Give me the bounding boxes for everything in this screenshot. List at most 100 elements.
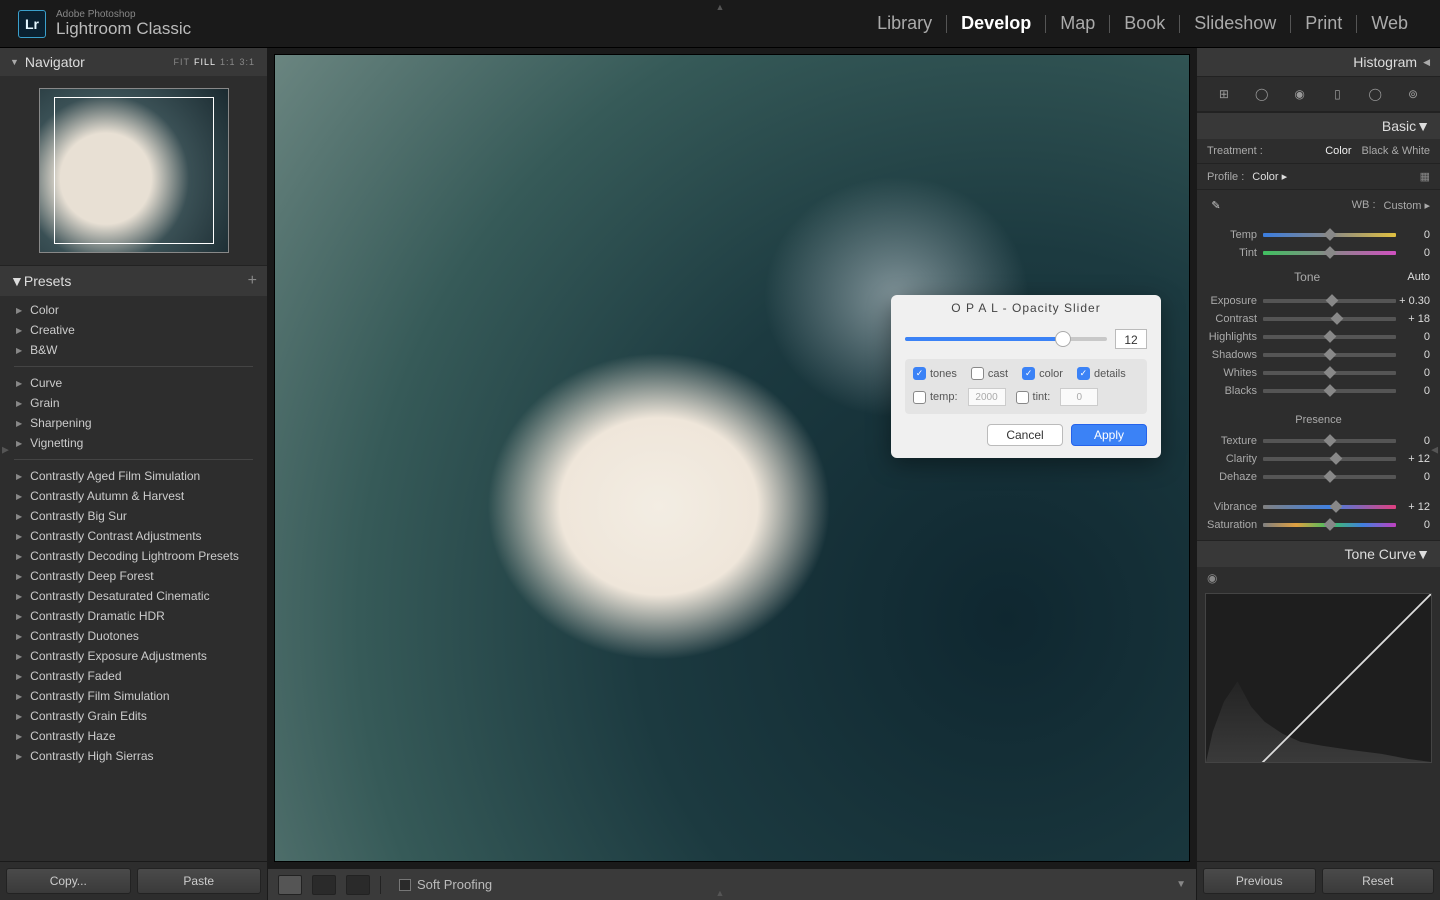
tone-curve-header[interactable]: Tone Curve ▼ [1197, 540, 1440, 567]
vibrance-slider[interactable] [1263, 505, 1396, 509]
zoom-fill[interactable]: FILL [192, 57, 218, 67]
zoom-3:1[interactable]: 3:1 [237, 57, 257, 67]
preset-folder[interactable]: ▶B&W [0, 340, 267, 360]
module-print[interactable]: Print [1291, 13, 1356, 34]
histogram-header[interactable]: Histogram ◀ [1197, 48, 1440, 76]
opacity-value[interactable]: 12 [1115, 329, 1147, 349]
profile-dropdown[interactable]: Color ▸ [1252, 170, 1287, 183]
module-slideshow[interactable]: Slideshow [1180, 13, 1290, 34]
tint-input[interactable]: 0 [1060, 388, 1098, 406]
wb-dropdown[interactable]: Custom ▸ [1384, 199, 1430, 212]
preset-folder[interactable]: ▶Contrastly Desaturated Cinematic [0, 586, 267, 606]
preset-folder[interactable]: ▶Contrastly Autumn & Harvest [0, 486, 267, 506]
preset-folder[interactable]: ▶Contrastly Haze [0, 726, 267, 746]
preset-folder[interactable]: ▶Curve [0, 373, 267, 393]
module-map[interactable]: Map [1046, 13, 1109, 34]
check-details[interactable]: ✓details [1077, 367, 1126, 380]
preset-folder[interactable]: ▶Contrastly Grain Edits [0, 706, 267, 726]
temp-slider[interactable] [1263, 233, 1396, 237]
checkbox-icon[interactable] [1016, 391, 1029, 404]
before-after-tb-button[interactable] [346, 875, 370, 895]
loupe-view-button[interactable] [278, 875, 302, 895]
checkbox-icon[interactable] [399, 879, 411, 891]
graduated-filter-icon[interactable]: ▯ [1326, 83, 1348, 105]
exposure-value[interactable]: + 0.30 [1396, 295, 1430, 307]
profile-browser-icon[interactable]: ▦ [1420, 170, 1430, 183]
preset-folder[interactable]: ▶Contrastly Exposure Adjustments [0, 646, 267, 666]
tint-slider[interactable] [1263, 251, 1396, 255]
contrast-slider[interactable] [1263, 317, 1396, 321]
redeye-tool-icon[interactable]: ◉ [1289, 83, 1311, 105]
preset-folder[interactable]: ▶Contrastly Contrast Adjustments [0, 526, 267, 546]
zoom-1:1[interactable]: 1:1 [218, 57, 238, 67]
preset-folder[interactable]: ▶Contrastly Big Sur [0, 506, 267, 526]
highlights-slider[interactable] [1263, 335, 1396, 339]
preset-folder[interactable]: ▶Contrastly Faded [0, 666, 267, 686]
contrast-value[interactable]: + 18 [1396, 313, 1430, 325]
dehaze-value[interactable]: 0 [1396, 471, 1430, 483]
radial-filter-icon[interactable]: ◯ [1364, 83, 1386, 105]
checkbox-icon[interactable]: ✓ [1022, 367, 1035, 380]
clarity-slider[interactable] [1263, 457, 1396, 461]
reset-button[interactable]: Reset [1322, 868, 1435, 894]
treatment-bw[interactable]: Black & White [1362, 145, 1430, 157]
navigator-zoom[interactable]: FITFILL1:13:1 [171, 57, 257, 67]
crop-tool-icon[interactable]: ⊞ [1213, 83, 1235, 105]
image-canvas[interactable]: O P A L - Opacity Slider 12 ✓tonescast✓c… [274, 54, 1190, 862]
module-book[interactable]: Book [1110, 13, 1179, 34]
preset-folder[interactable]: ▶Contrastly High Sierras [0, 746, 267, 766]
navigator-thumbnail[interactable] [39, 88, 229, 253]
saturation-slider[interactable] [1263, 523, 1396, 527]
preset-folder[interactable]: ▶Contrastly Decoding Lightroom Presets [0, 546, 267, 566]
navigator-header[interactable]: ▼ Navigator FITFILL1:13:1 [0, 48, 267, 76]
soft-proofing-toggle[interactable]: Soft Proofing [399, 877, 492, 892]
vibrance-value[interactable]: + 12 [1396, 501, 1430, 513]
point-curve-icon[interactable]: ◉ [1197, 567, 1440, 585]
before-after-lr-button[interactable] [312, 875, 336, 895]
copy-button[interactable]: Copy... [6, 868, 131, 894]
paste-button[interactable]: Paste [137, 868, 262, 894]
texture-slider[interactable] [1263, 439, 1396, 443]
check-cast[interactable]: cast [971, 367, 1008, 380]
preset-folder[interactable]: ▶Sharpening [0, 413, 267, 433]
panel-grip-top[interactable]: ▲ [716, 2, 725, 12]
module-library[interactable]: Library [863, 13, 946, 34]
panel-grip-bottom[interactable]: ▲ [716, 888, 725, 898]
module-web[interactable]: Web [1357, 13, 1422, 34]
whites-value[interactable]: 0 [1396, 367, 1430, 379]
wb-eyedropper-icon[interactable]: ✎ [1207, 196, 1225, 214]
temp-input[interactable]: 2000 [968, 388, 1006, 406]
dehaze-slider[interactable] [1263, 475, 1396, 479]
previous-button[interactable]: Previous [1203, 868, 1316, 894]
preset-folder[interactable]: ▶Vignetting [0, 433, 267, 453]
preset-folder[interactable]: ▶Contrastly Aged Film Simulation [0, 466, 267, 486]
check-tones[interactable]: ✓tones [913, 367, 957, 380]
panel-grip-right[interactable]: ◀ [1431, 445, 1438, 456]
preset-folder[interactable]: ▶Color [0, 300, 267, 320]
cancel-button[interactable]: Cancel [987, 424, 1063, 446]
checkbox-icon[interactable] [913, 391, 926, 404]
checkbox-icon[interactable] [971, 367, 984, 380]
highlights-value[interactable]: 0 [1396, 331, 1430, 343]
zoom-fit[interactable]: FIT [171, 57, 192, 67]
add-preset-icon[interactable]: + [248, 272, 257, 290]
saturation-value[interactable]: 0 [1396, 519, 1430, 531]
exposure-slider[interactable] [1263, 299, 1396, 303]
auto-tone-button[interactable]: Auto [1407, 271, 1430, 283]
toolbar-menu-icon[interactable]: ▼ [1176, 879, 1186, 890]
preset-folder[interactable]: ▶Creative [0, 320, 267, 340]
texture-value[interactable]: 0 [1396, 435, 1430, 447]
brush-tool-icon[interactable]: ⊚ [1402, 83, 1424, 105]
preset-folder[interactable]: ▶Contrastly Dramatic HDR [0, 606, 267, 626]
preset-folder[interactable]: ▶Grain [0, 393, 267, 413]
check-tint[interactable]: tint: [1016, 391, 1051, 404]
blacks-slider[interactable] [1263, 389, 1396, 393]
preset-folder[interactable]: ▶Contrastly Deep Forest [0, 566, 267, 586]
shadows-value[interactable]: 0 [1396, 349, 1430, 361]
opacity-slider[interactable] [905, 337, 1107, 341]
clarity-value[interactable]: + 12 [1396, 453, 1430, 465]
slider-thumb-icon[interactable] [1055, 331, 1071, 347]
check-color[interactable]: ✓color [1022, 367, 1063, 380]
spot-removal-icon[interactable]: ◯ [1251, 83, 1273, 105]
apply-button[interactable]: Apply [1071, 424, 1147, 446]
